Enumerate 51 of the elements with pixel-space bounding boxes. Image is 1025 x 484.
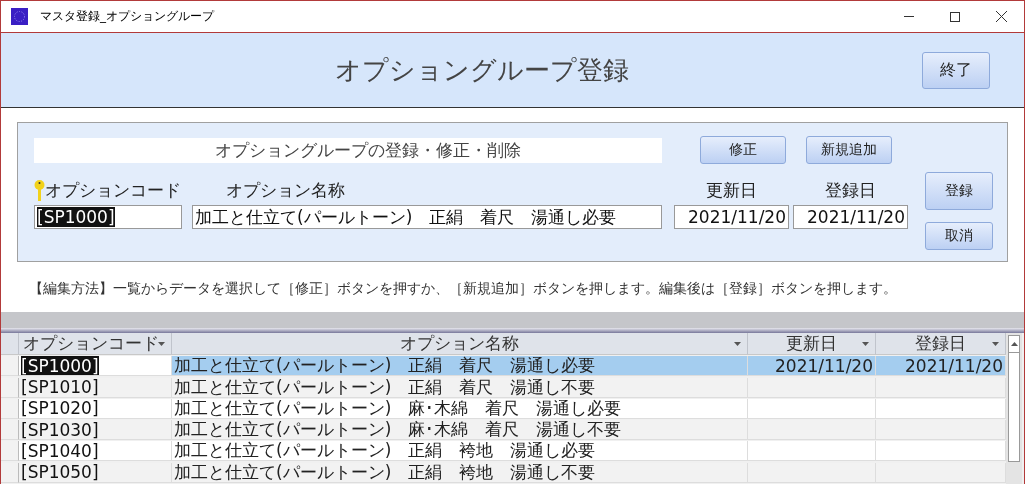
code-field[interactable]: [SP1000] xyxy=(34,205,182,229)
section-title: オプショングループの登録・修正・削除 xyxy=(34,137,662,163)
row-selector[interactable] xyxy=(1,377,19,398)
table-cell: [SP1050] xyxy=(19,462,172,483)
row-selector[interactable] xyxy=(1,398,19,419)
table-cell: 加工と仕立て(パールトーン) 正絹 着尺 湯通し必要 xyxy=(172,356,748,377)
add-button[interactable]: 新規追加 xyxy=(806,136,892,164)
table-cell: 加工と仕立て(パールトーン) 正絹 袴地 湯通し不要 xyxy=(172,462,748,483)
cancel-button[interactable]: 取消 xyxy=(925,222,993,250)
scrollbar[interactable] xyxy=(1006,333,1022,484)
column-header[interactable]: オプション名称 xyxy=(172,333,748,355)
row-selector[interactable] xyxy=(1,441,19,462)
name-field[interactable]: 加工と仕立て(パールトーン) 正絹 着尺 湯通し必要 xyxy=(192,205,662,229)
table-cell: [SP1040] xyxy=(19,441,172,462)
scroll-up-icon[interactable] xyxy=(1008,335,1020,353)
column-header[interactable]: オプションコード xyxy=(19,333,172,355)
register-button[interactable]: 登録 xyxy=(925,172,993,210)
table-cell: [SP1010] xyxy=(19,377,172,398)
row-selector[interactable] xyxy=(1,420,19,441)
table-cell: [SP1030] xyxy=(19,420,172,441)
row-selector[interactable] xyxy=(1,356,19,377)
dropdown-icon[interactable] xyxy=(862,342,869,346)
table-cell: 加工と仕立て(パールトーン) 麻･木綿 着尺 湯通し不要 xyxy=(172,420,748,441)
table-cell: [SP1000] xyxy=(19,356,172,377)
edit-button[interactable]: 修正 xyxy=(700,136,786,164)
form-heading: オプショングループ登録 xyxy=(333,53,630,87)
field-label: オプション名称 xyxy=(226,179,345,202)
exit-button[interactable]: 終了 xyxy=(922,51,990,89)
date-field[interactable]: 2021/11/20 xyxy=(674,205,789,229)
column-header[interactable]: 登録日 xyxy=(876,333,1006,355)
maximize-icon[interactable] xyxy=(950,11,960,22)
table-cell: 加工と仕立て(パールトーン) 正絹 袴地 湯通し必要 xyxy=(172,441,748,462)
field-label: オプションコード xyxy=(45,179,181,202)
table-cell: [SP1020] xyxy=(19,398,172,419)
instructions-text: 【編集方法】一覧からデータを選択して［修正］ボタンを押すか、［新規追加］ボタンを押します。編集後は［登録］ボタンを押します。 xyxy=(29,280,898,298)
column-header[interactable]: 更新日 xyxy=(748,333,876,355)
app-icon xyxy=(11,8,28,25)
table-cell: 加工と仕立て(パールトーン) 正絹 着尺 湯通し不要 xyxy=(172,377,748,398)
table-cell: 2021/11/20 xyxy=(748,356,876,377)
window-title: マスタ登録_オプショングループ xyxy=(40,8,216,25)
field-label: 更新日 xyxy=(706,179,757,202)
close-icon[interactable] xyxy=(995,11,1007,22)
row-selector[interactable] xyxy=(1,462,19,483)
field-label: 登録日 xyxy=(825,179,876,202)
dropdown-icon[interactable] xyxy=(734,342,741,346)
table-cell: 加工と仕立て(パールトーン) 麻･木綿 着尺 湯通し必要 xyxy=(172,398,748,419)
key-icon xyxy=(34,180,45,201)
dropdown-icon[interactable] xyxy=(992,342,999,346)
date-field[interactable]: 2021/11/20 xyxy=(793,205,908,229)
table-cell: 2021/11/20 xyxy=(876,356,1006,377)
dropdown-icon[interactable] xyxy=(158,342,165,346)
